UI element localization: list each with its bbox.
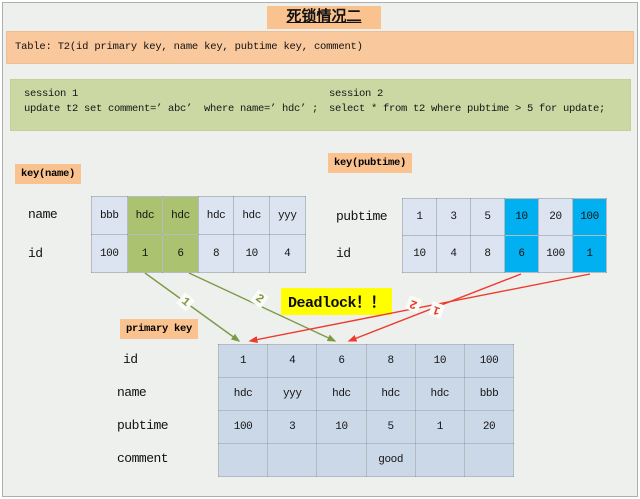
table-cell: 1 (127, 235, 163, 273)
table-cell: good (366, 444, 415, 477)
table-cell: 100 (573, 199, 607, 236)
page-title-text: 死锁情况二 (286, 9, 361, 26)
key-name-row-label: name (28, 207, 57, 222)
arrow-order-label: 2 (250, 289, 269, 308)
key-pubtime-row-label: pubtime (336, 209, 387, 224)
table-cell: bbb (464, 378, 513, 411)
table-cell (464, 444, 513, 477)
table-cell: 10 (505, 199, 539, 236)
table-cell: 1 (573, 236, 607, 273)
table-cell: 20 (464, 411, 513, 444)
session-2-block: session 2 select * from t2 where pubtime… (329, 87, 605, 117)
page-title: 死锁情况二 (267, 6, 381, 29)
table-cell: 4 (268, 345, 317, 378)
table-cell: hdc (198, 197, 234, 235)
table-cell: yyy (268, 378, 317, 411)
table-cell: 4 (437, 236, 471, 273)
table-cell: 100 (539, 236, 573, 273)
diagram-canvas: 死锁情况二 Table: T2(id primary key, name key… (0, 0, 640, 499)
table-cell: 8 (366, 345, 415, 378)
key-pubtime-index-table: 1351020100104861001 (402, 198, 607, 273)
table-cell: hdc (127, 197, 163, 235)
key-pubtime-row-label: id (336, 246, 351, 261)
arrow-order-label: 1 (428, 301, 445, 319)
table-cell: bbb (92, 197, 128, 235)
table-cell (268, 444, 317, 477)
session-1-block: session 1 update t2 set comment=’ abc’ w… (24, 87, 318, 117)
table-cell (219, 444, 268, 477)
arrow-order-label: 1 (176, 292, 195, 311)
page-frame: 死锁情况二 Table: T2(id primary key, name key… (2, 2, 638, 497)
table-cell: hdc (234, 197, 270, 235)
table-cell: 1 (219, 345, 268, 378)
table-cell: 10 (317, 411, 366, 444)
table-cell: 1 (403, 199, 437, 236)
session-1-title: session 1 (24, 88, 78, 100)
primary-row-label: comment (117, 451, 168, 466)
table-cell: 3 (437, 199, 471, 236)
primary-row-label: pubtime (117, 418, 168, 433)
deadlock-badge: Deadlock！！ (281, 288, 392, 315)
table-cell (415, 444, 464, 477)
arrow-order-label: 2 (405, 295, 422, 313)
table-cell: 10 (234, 235, 270, 273)
sessions-panel: session 1 update t2 set comment=’ abc’ w… (10, 79, 631, 131)
table-cell: hdc (163, 197, 199, 235)
table-cell: 100 (92, 235, 128, 273)
table-cell: 6 (505, 236, 539, 273)
table-cell: hdc (415, 378, 464, 411)
table-cell: 6 (163, 235, 199, 273)
primary-key-label: primary key (120, 319, 198, 339)
table-cell: 6 (317, 345, 366, 378)
table-cell: 8 (471, 236, 505, 273)
table-cell: hdc (366, 378, 415, 411)
table-cell: 1 (415, 411, 464, 444)
session-2-title: session 2 (329, 88, 383, 100)
key-pubtime-label: key(pubtime) (328, 153, 412, 173)
table-cell: 100 (464, 345, 513, 378)
table-cell: hdc (219, 378, 268, 411)
primary-row-label: id (123, 352, 138, 367)
table-cell: 20 (539, 199, 573, 236)
table-cell: 10 (403, 236, 437, 273)
key-name-row-label: id (28, 246, 43, 261)
table-cell: 8 (198, 235, 234, 273)
key-name-label: key(name) (15, 164, 81, 184)
primary-row-label: name (117, 385, 146, 400)
table-cell: 4 (269, 235, 305, 273)
table-cell: hdc (317, 378, 366, 411)
table-cell: yyy (269, 197, 305, 235)
table-definition-text: Table: T2(id primary key, name key, pubt… (15, 41, 363, 53)
table-cell: 100 (219, 411, 268, 444)
table-cell: 5 (471, 199, 505, 236)
session-2-sql: select * from t2 where pubtime > 5 for u… (329, 103, 605, 115)
primary-key-table: 146810100hdcyyyhdchdchdcbbb1003105120goo… (218, 344, 514, 477)
table-cell: 10 (415, 345, 464, 378)
table-cell: 3 (268, 411, 317, 444)
table-cell: 5 (366, 411, 415, 444)
table-definition-bar: Table: T2(id primary key, name key, pubt… (6, 31, 634, 64)
key-name-index-table: bbbhdchdchdchdcyyy100168104 (91, 196, 306, 273)
session-1-sql: update t2 set comment=’ abc’ where name=… (24, 103, 318, 115)
table-cell (317, 444, 366, 477)
